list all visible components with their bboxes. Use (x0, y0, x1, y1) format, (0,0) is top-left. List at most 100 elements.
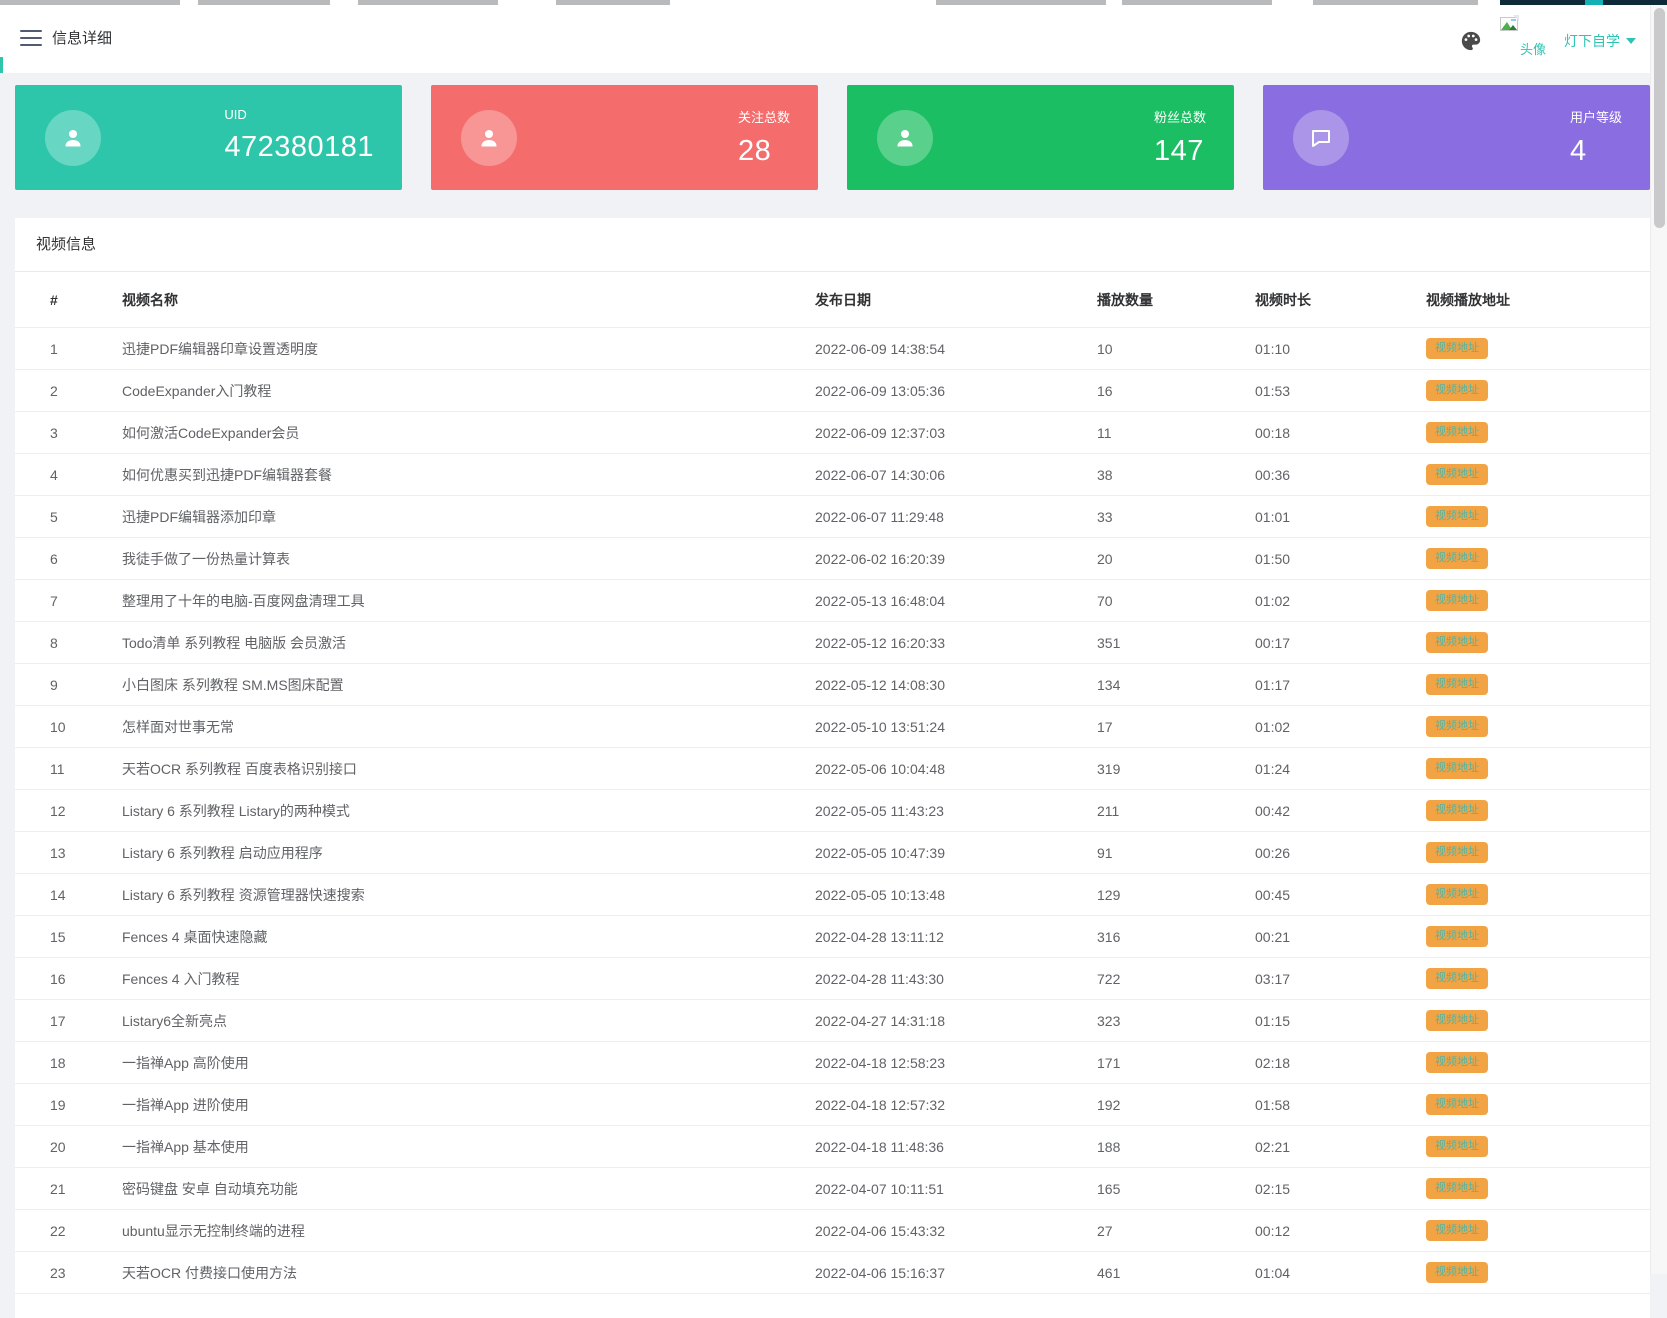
video-name: 天若OCR 系列教程 百度表格识别接口 (122, 759, 815, 779)
play-count: 38 (1097, 467, 1255, 483)
table-row: 4 如何优惠买到迅捷PDF编辑器套餐 2022-06-07 14:30:06 3… (15, 454, 1650, 496)
row-index: 13 (50, 845, 122, 861)
play-count: 319 (1097, 761, 1255, 777)
row-index: 3 (50, 425, 122, 441)
video-url-button[interactable]: 视频地址 (1426, 632, 1488, 653)
play-count: 16 (1097, 383, 1255, 399)
video-duration: 01:58 (1255, 1097, 1426, 1113)
video-url-button[interactable]: 视频地址 (1426, 842, 1488, 863)
row-index: 20 (50, 1139, 122, 1155)
publish-date: 2022-05-13 16:48:04 (815, 593, 1097, 609)
play-count: 70 (1097, 593, 1255, 609)
video-name: 我徒手做了一份热量计算表 (122, 549, 815, 569)
video-url-button[interactable]: 视频地址 (1426, 1136, 1488, 1157)
video-url-button[interactable]: 视频地址 (1426, 884, 1488, 905)
video-url-button[interactable]: 视频地址 (1426, 380, 1488, 401)
video-url-button[interactable]: 视频地址 (1426, 548, 1488, 569)
video-url-button[interactable]: 视频地址 (1426, 716, 1488, 737)
scrollbar-track[interactable] (1650, 5, 1667, 1274)
col-header-duration: 视频时长 (1255, 290, 1426, 310)
video-url-button[interactable]: 视频地址 (1426, 1220, 1488, 1241)
sidebar-edge-accent (0, 57, 3, 73)
video-url-button[interactable]: 视频地址 (1426, 1010, 1488, 1031)
video-url-button[interactable]: 视频地址 (1426, 506, 1488, 527)
publish-date: 2022-04-06 15:43:32 (815, 1223, 1097, 1239)
stat-card-fans: 粉丝总数 147 (847, 85, 1234, 190)
video-url-button[interactable]: 视频地址 (1426, 968, 1488, 989)
video-url-button[interactable]: 视频地址 (1426, 590, 1488, 611)
play-count: 33 (1097, 509, 1255, 525)
video-url-button[interactable]: 视频地址 (1426, 926, 1488, 947)
page-title: 信息详细 (52, 5, 112, 73)
video-duration: 00:36 (1255, 467, 1426, 483)
video-url-button[interactable]: 视频地址 (1426, 1262, 1488, 1283)
broken-image-icon (1500, 15, 1520, 32)
avatar[interactable]: 头像 (1500, 15, 1558, 63)
row-index: 18 (50, 1055, 122, 1071)
col-header-plays: 播放数量 (1097, 290, 1255, 310)
scrollbar-thumb[interactable] (1654, 8, 1665, 228)
video-url-button[interactable]: 视频地址 (1426, 338, 1488, 359)
stat-cards: UID 472380181 关注总数 28 粉丝总数 147 用户等级 4 (15, 85, 1650, 190)
table-row: 7 整理用了十年的电脑-百度网盘清理工具 2022-05-13 16:48:04… (15, 580, 1650, 622)
menu-toggle-icon[interactable] (20, 30, 42, 48)
play-count: 461 (1097, 1265, 1255, 1281)
username: 灯下自学 (1564, 33, 1620, 49)
publish-date: 2022-06-09 14:38:54 (815, 341, 1097, 357)
video-name: 迅捷PDF编辑器添加印章 (122, 507, 815, 527)
publish-date: 2022-05-10 13:51:24 (815, 719, 1097, 735)
video-url-button[interactable]: 视频地址 (1426, 1052, 1488, 1073)
video-name: 迅捷PDF编辑器印章设置透明度 (122, 339, 815, 359)
table-row: 11 天若OCR 系列教程 百度表格识别接口 2022-05-06 10:04:… (15, 748, 1650, 790)
publish-date: 2022-05-06 10:04:48 (815, 761, 1097, 777)
row-index: 4 (50, 467, 122, 483)
stat-value: 147 (1154, 135, 1204, 168)
chevron-down-icon (1626, 38, 1636, 44)
video-info-panel: 视频信息 # 视频名称 发布日期 播放数量 视频时长 视频播放地址 1 迅捷PD… (15, 218, 1650, 1318)
publish-date: 2022-05-05 11:43:23 (815, 803, 1097, 819)
video-duration: 01:02 (1255, 719, 1426, 735)
publish-date: 2022-05-05 10:13:48 (815, 887, 1097, 903)
video-url-button[interactable]: 视频地址 (1426, 1094, 1488, 1115)
video-duration: 02:18 (1255, 1055, 1426, 1071)
publish-date: 2022-04-07 10:11:51 (815, 1181, 1097, 1197)
video-url-button[interactable]: 视频地址 (1426, 422, 1488, 443)
row-index: 21 (50, 1181, 122, 1197)
col-header-index: # (50, 292, 122, 308)
video-duration: 01:02 (1255, 593, 1426, 609)
video-duration: 01:53 (1255, 383, 1426, 399)
row-index: 16 (50, 971, 122, 987)
video-url-button[interactable]: 视频地址 (1426, 464, 1488, 485)
table-header-row: # 视频名称 发布日期 播放数量 视频时长 视频播放地址 (15, 272, 1650, 328)
video-name: Listary 6 系列教程 资源管理器快速搜索 (122, 885, 815, 905)
video-name: 整理用了十年的电脑-百度网盘清理工具 (122, 591, 815, 611)
publish-date: 2022-04-18 12:57:32 (815, 1097, 1097, 1113)
user-menu[interactable]: 灯下自学 (1564, 5, 1636, 77)
row-index: 5 (50, 509, 122, 525)
table-row: 22 ubuntu显示无控制终端的进程 2022-04-06 15:43:32 … (15, 1210, 1650, 1252)
publish-date: 2022-04-18 12:58:23 (815, 1055, 1097, 1071)
play-count: 323 (1097, 1013, 1255, 1029)
stat-card-uid: UID 472380181 (15, 85, 402, 190)
app-header: 信息详细 头像 灯下自学 (0, 5, 1650, 73)
video-duration: 00:21 (1255, 929, 1426, 945)
row-index: 22 (50, 1223, 122, 1239)
theme-palette-icon[interactable] (1460, 30, 1482, 52)
video-url-button[interactable]: 视频地址 (1426, 1178, 1488, 1199)
row-index: 17 (50, 1013, 122, 1029)
video-duration: 00:45 (1255, 887, 1426, 903)
table-row: 23 天若OCR 付费接口使用方法 2022-04-06 15:16:37 46… (15, 1252, 1650, 1294)
publish-date: 2022-04-27 14:31:18 (815, 1013, 1097, 1029)
row-index: 15 (50, 929, 122, 945)
video-duration: 03:17 (1255, 971, 1426, 987)
table-row: 6 我徒手做了一份热量计算表 2022-06-02 16:20:39 20 01… (15, 538, 1650, 580)
video-url-button[interactable]: 视频地址 (1426, 758, 1488, 779)
table-row: 15 Fences 4 桌面快速隐藏 2022-04-28 13:11:12 3… (15, 916, 1650, 958)
video-name: 小白图床 系列教程 SM.MS图床配置 (122, 675, 815, 695)
video-url-button[interactable]: 视频地址 (1426, 674, 1488, 695)
video-url-button[interactable]: 视频地址 (1426, 800, 1488, 821)
play-count: 11 (1097, 425, 1255, 441)
stat-label: UID (224, 107, 246, 122)
video-name: 密码键盘 安卓 自动填充功能 (122, 1179, 815, 1199)
chat-icon (1293, 110, 1349, 166)
